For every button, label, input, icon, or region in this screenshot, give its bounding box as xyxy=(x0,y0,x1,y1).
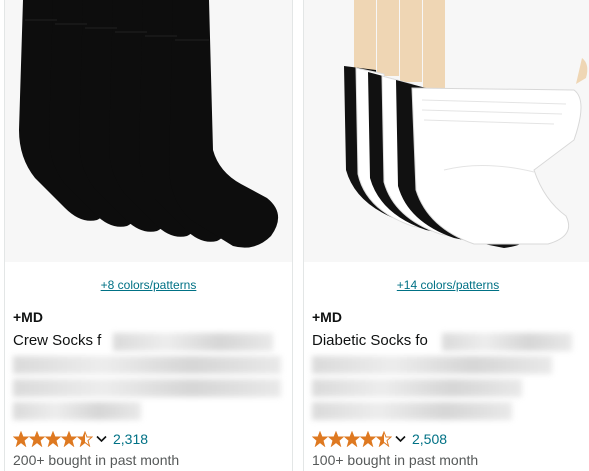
redacted-text xyxy=(113,333,273,351)
product-card-2[interactable]: +14 colors/patterns +MD Diabetic Socks f… xyxy=(303,0,589,471)
star-icon xyxy=(13,431,93,447)
black-crew-socks-image xyxy=(5,0,292,262)
colors-patterns-link-1[interactable]: +8 colors/patterns xyxy=(5,278,292,292)
brand-label-1: +MD xyxy=(13,309,43,325)
brand-label-2: +MD xyxy=(312,309,342,325)
redacted-text xyxy=(312,402,512,420)
bought-in-past-month-1: 200+ bought in past month xyxy=(13,452,180,468)
redacted-text xyxy=(13,356,281,374)
redacted-text xyxy=(13,402,141,420)
rating-count-2[interactable]: 2,508 xyxy=(412,431,447,447)
product-title-visible-2: Diabetic Socks fo xyxy=(312,332,428,349)
redacted-text xyxy=(312,379,522,397)
star-rating-2[interactable] xyxy=(312,431,392,447)
redacted-text xyxy=(13,379,281,397)
chevron-down-icon[interactable] xyxy=(395,435,406,443)
product-image-1[interactable] xyxy=(5,0,292,262)
bought-in-past-month-2: 100+ bought in past month xyxy=(312,452,479,468)
colors-patterns-link-2[interactable]: +14 colors/patterns xyxy=(304,278,589,292)
rating-row-2[interactable]: 2,508 xyxy=(312,430,447,448)
redacted-text xyxy=(442,333,572,351)
star-rating-1[interactable] xyxy=(13,431,93,447)
diabetic-ankle-socks-image xyxy=(304,0,589,262)
chevron-down-icon[interactable] xyxy=(96,435,107,443)
product-image-2[interactable] xyxy=(304,0,589,262)
redacted-text xyxy=(312,356,552,374)
rating-row-1[interactable]: 2,318 xyxy=(13,430,148,448)
star-icon xyxy=(312,431,392,447)
rating-count-1[interactable]: 2,318 xyxy=(113,431,148,447)
product-card-1[interactable]: +8 colors/patterns +MD Crew Socks f 2,31… xyxy=(4,0,293,471)
product-title-visible-1: Crew Socks f xyxy=(13,332,102,349)
